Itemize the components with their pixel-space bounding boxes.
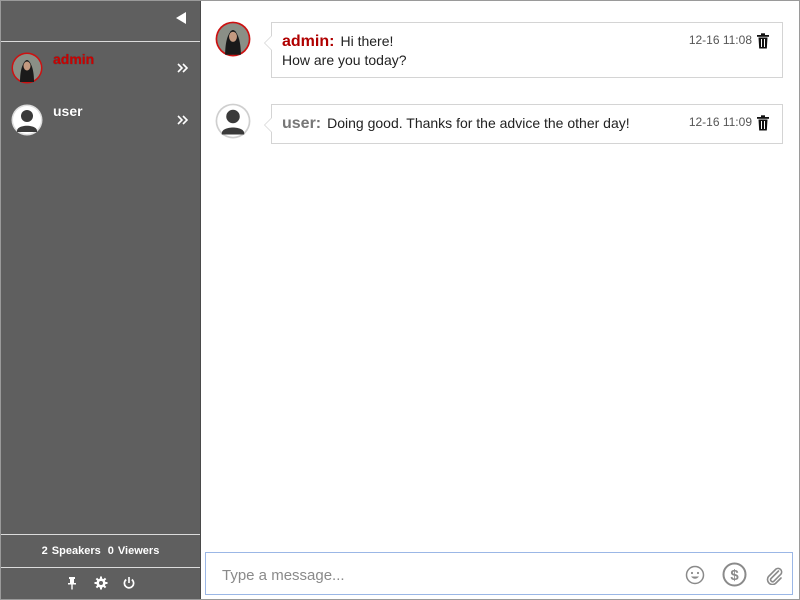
viewers-label: Viewers — [117, 545, 160, 557]
gear-icon[interactable] — [94, 576, 108, 590]
message-timestamp: 12-16 11:08 — [688, 33, 752, 47]
message-text: How are you today? — [282, 52, 407, 68]
admin-avatar — [11, 52, 43, 84]
chevron-double-right-icon[interactable] — [176, 61, 190, 75]
chevron-double-right-icon[interactable] — [176, 113, 190, 127]
speakers-label: Speakers — [51, 545, 101, 557]
message-sender: admin: — [282, 33, 335, 50]
sidebar: admin user 2 Speakers 0 Viewers — [1, 1, 201, 599]
sidebar-user-name: admin — [53, 51, 95, 67]
message-bubble: admin: Hi there! How are you today? 12-16… — [264, 22, 783, 78]
sidebar-user-user[interactable]: user — [1, 95, 200, 143]
power-icon[interactable] — [122, 576, 136, 590]
sidebar-user-name: user — [53, 103, 83, 119]
sidebar-toolbar — [1, 568, 200, 598]
sidebar-user-admin[interactable]: admin — [1, 43, 200, 91]
message-composer: $ — [205, 552, 793, 595]
message-sender: user: — [282, 115, 322, 132]
chat-window: admin user 2 Speakers 0 Viewers admin: H… — [0, 0, 800, 600]
admin-avatar — [215, 21, 251, 57]
sidebar-header — [1, 1, 200, 42]
message-text: Doing good. Thanks for the advice the ot… — [327, 115, 630, 131]
participant-stats: 2 Speakers 0 Viewers — [1, 534, 200, 568]
message-bubble: user: Doing good. Thanks for the advice t… — [264, 104, 783, 144]
svg-text:$: $ — [730, 567, 739, 584]
message-timestamp: 12-16 11:09 — [688, 115, 752, 129]
collapse-sidebar-icon[interactable] — [176, 12, 186, 24]
user-avatar — [11, 104, 43, 136]
message-input[interactable] — [220, 562, 664, 588]
emoji-icon[interactable] — [685, 565, 705, 585]
speakers-count: 2 — [41, 545, 48, 557]
trash-icon[interactable] — [756, 115, 770, 131]
dollar-icon[interactable]: $ — [722, 562, 747, 587]
viewers-count: 0 — [107, 545, 114, 557]
pin-icon[interactable] — [65, 576, 79, 590]
user-avatar — [215, 103, 251, 139]
trash-icon[interactable] — [756, 33, 770, 49]
message-text: Hi there! — [340, 33, 394, 49]
attach-icon[interactable] — [764, 565, 784, 585]
